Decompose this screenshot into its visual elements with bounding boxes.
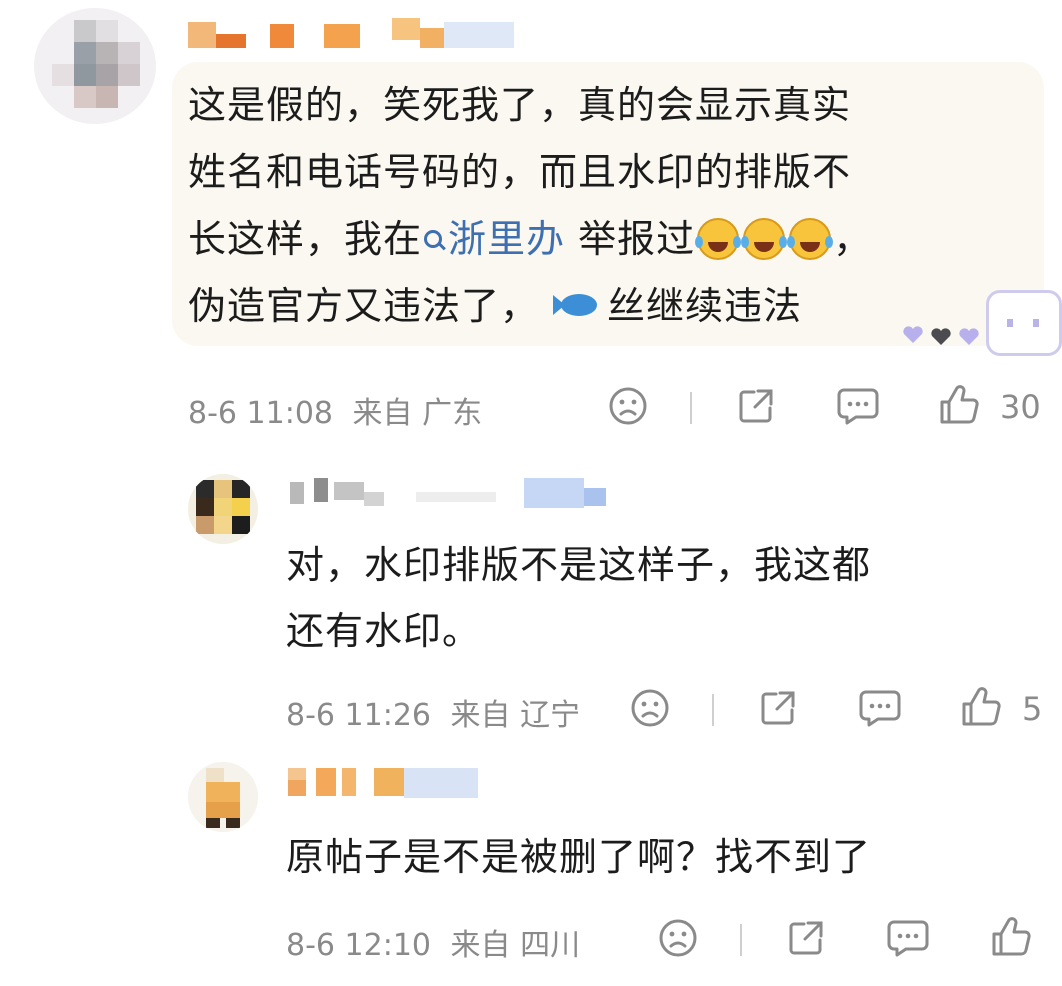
comment-location: 来自 四川 (450, 928, 581, 963)
comment-time: 8-6 11:08 (188, 396, 333, 431)
fish-emoji-icon (553, 292, 601, 318)
comment-meta: 8-6 11:26 来自 辽宁 (286, 690, 580, 734)
divider (690, 392, 692, 424)
comment-line: 长这样，我在 浙里办 举报过 ， (188, 206, 1018, 273)
divider (712, 694, 714, 726)
comment-text: 原帖子是不是被删了啊？找不到了 (286, 824, 1026, 890)
dislike-face-icon[interactable] (658, 918, 698, 962)
like-count: 5 (1022, 690, 1043, 728)
comment-meta: 8-6 12:10 来自 四川 (286, 920, 580, 964)
comment-line: 伪造官方又违法了， 丝继续违法 (188, 273, 1018, 340)
divider (740, 924, 742, 956)
comment-line: 这是假的，笑死我了，真的会显示真实 (188, 83, 852, 127)
comment-text-segment: 伪造官方又违法了， (188, 284, 540, 328)
comment-text-segment: 举报过 (578, 217, 696, 261)
topic-link[interactable]: 浙里办 (422, 217, 565, 261)
username-mosaic[interactable] (186, 14, 526, 54)
comment-icon[interactable] (858, 688, 902, 732)
dislike-face-icon[interactable] (608, 386, 648, 430)
comment-text: 对，水印排版不是这样子，我这都 还有水印。 (286, 532, 1026, 664)
comment-icon[interactable] (836, 386, 880, 430)
avatar-mosaic (34, 8, 156, 124)
comment-text-segment: 丝继续违法 (607, 284, 803, 328)
comment-text-segment: 长这样，我在 (188, 217, 423, 261)
comment-line: 原帖子是不是被删了啊？找不到了 (286, 835, 872, 879)
avatar-mosaic (188, 762, 258, 832)
laugh-cry-emoji-icon (741, 217, 786, 260)
topic-label: 浙里办 (448, 217, 566, 261)
comma: ， (833, 217, 873, 261)
laugh-cry-emoji-icon (787, 217, 832, 260)
comment-line: 还有水印。 (286, 609, 482, 653)
avatar-mosaic (188, 474, 258, 544)
search-icon (424, 229, 443, 248)
thumbs-up-icon[interactable] (990, 916, 1032, 962)
comment-icon[interactable] (886, 918, 930, 962)
bunny-badge-icon (986, 290, 1062, 356)
comment-meta: 8-6 11:08 来自 广东 (188, 388, 482, 432)
avatar[interactable] (188, 474, 258, 544)
heart-icon (930, 328, 952, 346)
avatar[interactable] (34, 8, 156, 124)
comment-text: 这是假的，笑死我了，真的会显示真实 姓名和电话号码的，而且水印的排版不 长这样，… (188, 72, 1018, 340)
comment-line: 姓名和电话号码的，而且水印的排版不 (188, 150, 852, 194)
share-icon[interactable] (758, 688, 798, 732)
username-mosaic[interactable] (286, 764, 486, 804)
thumbs-up-icon[interactable] (960, 686, 1002, 732)
heart-icon (958, 328, 980, 346)
comment-location: 来自 广东 (352, 396, 483, 431)
laugh-cry-emoji-icon (695, 217, 740, 260)
heart-icon (902, 326, 924, 344)
username-mosaic[interactable] (286, 474, 626, 514)
comment-time: 8-6 11:26 (286, 698, 431, 733)
share-icon[interactable] (786, 918, 826, 962)
dislike-face-icon[interactable] (630, 688, 670, 732)
comment-location: 来自 辽宁 (450, 698, 581, 733)
comment-time: 8-6 12:10 (286, 928, 431, 963)
avatar[interactable] (188, 762, 258, 832)
comment-line: 对，水印排版不是这样子，我这都 (286, 543, 872, 587)
like-count: 30 (1000, 388, 1041, 426)
thumbs-up-icon[interactable] (938, 384, 980, 430)
share-icon[interactable] (736, 386, 776, 430)
